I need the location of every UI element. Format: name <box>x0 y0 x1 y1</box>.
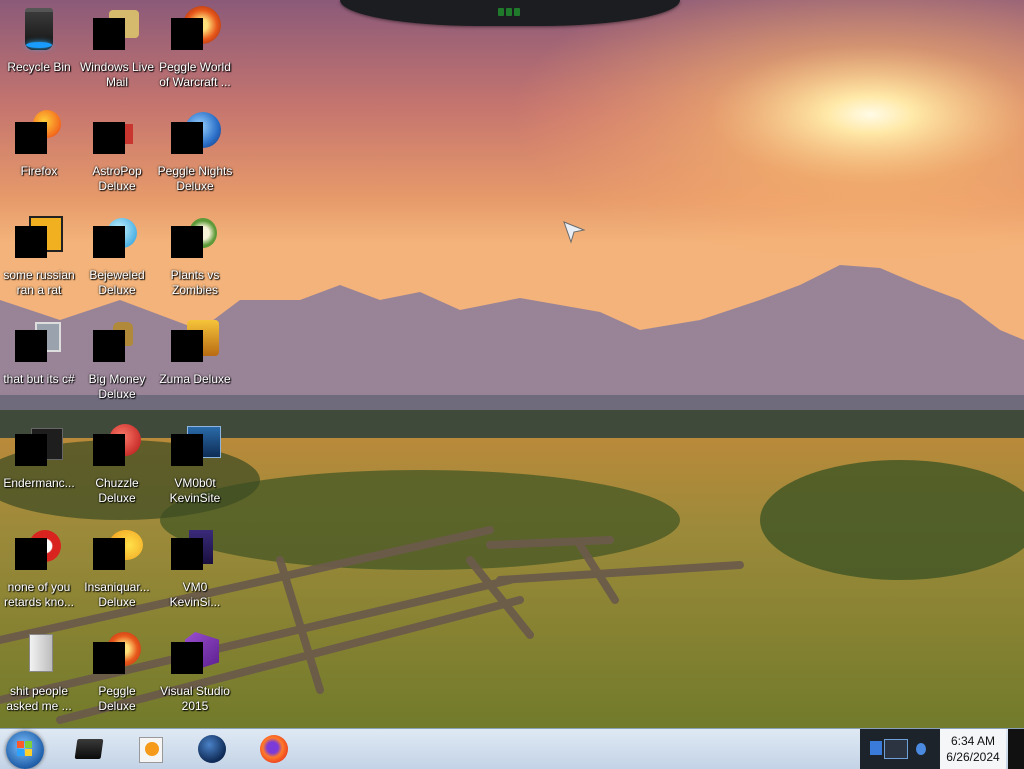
desktop-icon-plants-vs-zombies[interactable]: Plants vs Zombies <box>156 208 234 298</box>
icon-label: VM0b0t KevinSite <box>169 476 221 505</box>
redacted-icon <box>15 226 47 258</box>
desktop-icon-peggle-world-of-warcraft[interactable]: Peggle World of Warcraft ... <box>156 0 234 90</box>
clock-date: 6/26/2024 <box>946 750 1000 764</box>
status-dot <box>506 8 512 16</box>
desktop-icon-bejeweled[interactable]: Bejeweled Deluxe <box>78 208 156 298</box>
taskbar-clock[interactable]: 6:34 AM 6/26/2024 <box>940 729 1006 769</box>
icon-label: Chuzzle Deluxe <box>95 476 139 505</box>
icon-label: AstroPop Deluxe <box>92 164 142 193</box>
status-dot <box>514 8 520 16</box>
icon-label: Windows Live Mail <box>79 60 155 89</box>
icon-label: some russian ran a rat <box>3 268 75 297</box>
redacted-icon <box>93 226 125 258</box>
redacted-icon <box>93 122 125 154</box>
desktop-icon-shit-people-asked[interactable]: shit people asked me ... <box>0 624 78 714</box>
desktop-icon-astropop[interactable]: AstroPop Deluxe <box>78 104 156 194</box>
icon-label: Firefox <box>20 164 58 178</box>
redacted-icon <box>171 538 203 570</box>
redacted-icon <box>15 434 47 466</box>
tray-bluetooth-icon[interactable] <box>916 743 926 755</box>
desktop-icon-recycle-bin[interactable]: Recycle Bin <box>0 0 78 75</box>
icon-label: Recycle Bin <box>7 60 71 74</box>
icon-label: Big Money Deluxe <box>88 372 146 401</box>
windows-logo-icon <box>17 741 33 757</box>
icon-label: none of you retards kno... <box>3 580 75 609</box>
taskbar-media-player-button[interactable] <box>134 733 166 765</box>
taskbar-globe-button[interactable] <box>196 733 228 765</box>
document-icon <box>29 634 53 672</box>
icon-label: Plants vs Zombies <box>170 268 220 297</box>
status-dot <box>498 8 504 16</box>
desktop-icon-firefox[interactable]: Firefox <box>0 104 78 179</box>
desktop-icon-some-russian-ran-a-rat[interactable]: some russian ran a rat <box>0 208 78 298</box>
redacted-icon <box>171 330 203 362</box>
redacted-icon <box>15 538 47 570</box>
desktop-icon-peggle-nights[interactable]: Peggle Nights Deluxe <box>156 104 234 194</box>
desktop-icon-chuzzle[interactable]: Chuzzle Deluxe <box>78 416 156 506</box>
tray-network-icon[interactable] <box>884 739 908 759</box>
desktop-icon-zuma[interactable]: Zuma Deluxe <box>156 312 234 387</box>
mouse-cursor-icon <box>563 221 586 244</box>
firefox-icon <box>260 735 288 763</box>
icon-label: that but its c# <box>3 372 75 386</box>
desktop-icon-endermanch[interactable]: Endermanc... <box>0 416 78 491</box>
desktop-icon-windows-live-mail[interactable]: Windows Live Mail <box>78 0 156 90</box>
redacted-icon <box>93 434 125 466</box>
desktop-icon-visual-studio-2015[interactable]: Visual Studio 2015 <box>156 624 234 714</box>
icon-label: Peggle Nights Deluxe <box>157 164 233 193</box>
icon-label: Endermanc... <box>3 476 75 490</box>
desktop-icon-none-of-you[interactable]: none of you retards kno... <box>0 520 78 610</box>
redacted-icon <box>93 18 125 50</box>
icon-label: Insaniquar... Deluxe <box>84 580 150 609</box>
desktop-icon-insaniquarium[interactable]: Insaniquar... Deluxe <box>78 520 156 610</box>
redacted-icon <box>171 18 203 50</box>
globe-icon <box>198 735 226 763</box>
redacted-icon <box>171 122 203 154</box>
desktop-icon-vm0b0t-kevinsite[interactable]: VM0b0t KevinSite <box>156 416 234 506</box>
recycle-bin-glow <box>26 42 52 48</box>
redacted-icon <box>93 642 125 674</box>
redacted-icon <box>93 330 125 362</box>
taskbar-firefox-button[interactable] <box>258 733 290 765</box>
desktop-icon-that-but-its-csharp[interactable]: that but its c# <box>0 312 78 387</box>
redacted-icon <box>171 434 203 466</box>
redacted-icon <box>15 122 47 154</box>
system-tray <box>860 729 940 769</box>
desktop-icon-vm0-kevinsite[interactable]: VM0 KevinSi... <box>156 520 234 610</box>
redacted-icon <box>93 538 125 570</box>
show-desktop-button[interactable] <box>1008 729 1024 769</box>
icon-label: Peggle Deluxe <box>98 684 136 713</box>
terminal-icon <box>74 739 104 759</box>
redacted-icon <box>15 330 47 362</box>
taskbar-terminal-button[interactable] <box>72 733 104 765</box>
icon-label: Peggle World of Warcraft ... <box>159 60 231 89</box>
media-player-icon <box>139 737 163 763</box>
desktop-icon-big-money[interactable]: Big Money Deluxe <box>78 312 156 402</box>
redacted-icon <box>171 642 203 674</box>
redacted-icon <box>171 226 203 258</box>
icon-label: VM0 KevinSi... <box>169 580 221 609</box>
taskbar: 6:34 AM 6/26/2024 <box>0 728 1024 769</box>
tray-app-icon[interactable] <box>870 741 882 755</box>
icon-label: Visual Studio 2015 <box>160 684 230 713</box>
clock-time: 6:34 AM <box>950 734 996 748</box>
start-button[interactable] <box>6 731 44 769</box>
icon-label: Zuma Deluxe <box>159 372 231 386</box>
icon-label: Bejeweled Deluxe <box>89 268 145 297</box>
desktop-icon-peggle-deluxe[interactable]: Peggle Deluxe <box>78 624 156 714</box>
icon-label: shit people asked me ... <box>6 684 72 713</box>
